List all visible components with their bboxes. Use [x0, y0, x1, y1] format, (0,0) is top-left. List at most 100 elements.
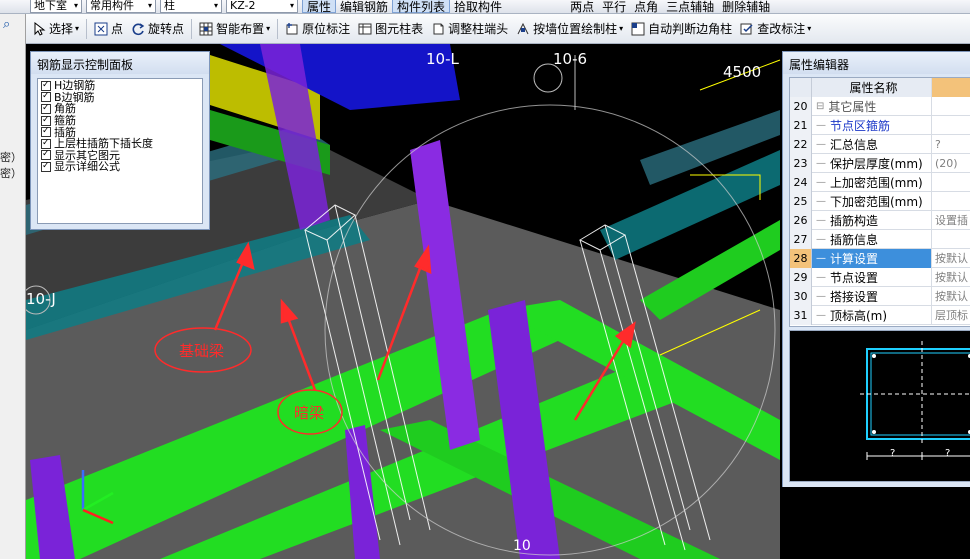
row-value[interactable] [932, 230, 970, 249]
property-editor-title: 属性编辑器 [783, 52, 970, 74]
row-name: 插筋构造 [830, 213, 879, 228]
adjust-column-head-button[interactable]: 调整柱端头 [427, 18, 512, 40]
tree-line-icon: — [816, 157, 826, 169]
rebar-option-show-formula[interactable]: 显示详细公式 [41, 161, 199, 173]
table-row[interactable]: 27 — 插筋信息 [790, 229, 970, 249]
axis-bubble-10-6 [533, 63, 563, 93]
element-combo[interactable]: KZ-2 ▾ [226, 0, 298, 13]
row-name-cell: — 顶标高(m) [812, 305, 932, 325]
checkbox[interactable] [41, 115, 51, 126]
point-button[interactable]: 点 [90, 18, 127, 40]
separator [86, 18, 88, 39]
table-row[interactable]: 30 — 搭接设置 按默认 [790, 286, 970, 306]
row-value[interactable]: ? [932, 135, 970, 154]
checkbox[interactable] [41, 149, 51, 161]
row-value[interactable]: 按默认 [932, 287, 970, 306]
axis-label-bottom: 10 [513, 538, 531, 554]
two-points-button[interactable]: 两点 [566, 0, 598, 13]
row-name-cell: — 保护层厚度(mm) [812, 153, 932, 173]
type-value: 柱 [164, 0, 175, 12]
table-row[interactable]: 31 — 顶标高(m) 层顶标 [790, 305, 970, 325]
three-point-axis-button[interactable]: 三点辅轴 [662, 0, 718, 13]
edit-rebar-button[interactable]: 编辑钢筋 [336, 0, 392, 13]
draw-by-wall-button[interactable]: 按墙位置绘制柱 ▾ [512, 18, 627, 40]
row-value[interactable]: 按默认 [932, 249, 970, 268]
checkbox[interactable] [41, 103, 51, 114]
annotate-icon [285, 22, 299, 36]
row-num: 24 [790, 172, 812, 192]
row-num: 26 [790, 210, 812, 230]
floor-combo[interactable]: 地下室 ▾ [30, 0, 82, 13]
row-name: 下加密范围(mm) [830, 194, 923, 209]
row-name: 搭接设置 [830, 289, 879, 304]
row-name-cell: — 下加密范围(mm) [812, 191, 932, 211]
pick-element-button[interactable]: 拾取构件 [450, 0, 506, 13]
row-value[interactable] [932, 116, 970, 135]
chevron-down-icon: ▾ [73, 0, 78, 10]
point-angle-label: 点角 [634, 0, 659, 14]
table-row[interactable]: 20 ⊟ 其它属性 [790, 96, 970, 116]
smart-layout-button[interactable]: 智能布置 ▾ [195, 18, 274, 40]
table-row-selected[interactable]: 28 — 计算设置 按默认 [790, 248, 970, 268]
table-row[interactable]: 21 — 节点区箍筋 [790, 115, 970, 135]
row-value[interactable] [932, 192, 970, 211]
row-num: 21 [790, 115, 812, 135]
category-combo[interactable]: 常用构件 ▾ [86, 0, 156, 13]
row-value[interactable]: 按默认 [932, 268, 970, 287]
rotate-point-button[interactable]: 旋转点 [127, 18, 188, 40]
original-annotate-button[interactable]: 原位标注 [281, 18, 354, 40]
row-num: 29 [790, 267, 812, 287]
property-table-header: 属性名称 [790, 78, 970, 97]
row-name: 汇总信息 [830, 137, 879, 152]
table-row[interactable]: 22 — 汇总信息? [790, 134, 970, 154]
separator [191, 18, 193, 39]
collapse-icon[interactable]: ⊟ [816, 101, 824, 112]
tree-line-icon: — [816, 290, 826, 302]
checkbox[interactable] [41, 161, 51, 172]
column-section-drawing [860, 341, 970, 460]
rebar-option-upper-dowel-length[interactable]: 上层柱插筋下插长度 [41, 138, 199, 150]
table-row[interactable]: 23 — 保护层厚度(mm) (20) [790, 153, 970, 173]
checkbox[interactable] [41, 91, 51, 103]
rebar-option-stirrup[interactable]: 箍筋 [41, 115, 199, 127]
delete-axis-button[interactable]: 删除辅轴 [718, 0, 774, 13]
row-name-cell: — 节点设置 [812, 267, 932, 287]
table-row[interactable]: 26 — 插筋构造 设置插 [790, 210, 970, 230]
row-num: 27 [790, 229, 812, 249]
table-row[interactable]: 25 — 下加密范围(mm) [790, 191, 970, 211]
property-editor: 属性编辑器 属性名称 20 ⊟ 其它属性 21— 节点区箍筋 22— 汇总信息? 23—… [782, 51, 970, 487]
type-combo[interactable]: 柱 ▾ [160, 0, 222, 13]
search-icon[interactable]: ⌕ [3, 17, 10, 32]
checkbox[interactable] [41, 138, 51, 149]
element-list-button[interactable]: 构件列表 [392, 0, 451, 13]
table-row[interactable]: 29 — 节点设置 按默认 [790, 267, 970, 287]
row-value[interactable]: 层顶标 [932, 306, 970, 325]
row-value[interactable] [932, 173, 970, 192]
select-button[interactable]: 选择 ▾ [28, 18, 83, 40]
row-num: 30 [790, 286, 812, 306]
check-annotation-button[interactable]: 查改标注 ▾ [736, 18, 815, 40]
chevron-down-icon: ▾ [213, 0, 218, 10]
separator [277, 18, 279, 39]
row-value[interactable]: (20) [932, 154, 970, 173]
auto-corner-column-button[interactable]: 自动判断边角柱 [627, 18, 736, 40]
chevron-down-icon: ▾ [75, 24, 80, 33]
rebar-option-h-side[interactable]: H边钢筋 [41, 80, 199, 92]
chevron-down-icon: ▾ [619, 24, 624, 33]
table-row[interactable]: 24 — 上加密范围(mm) [790, 172, 970, 192]
checkbox[interactable] [41, 80, 51, 91]
point-angle-button[interactable]: 点角 [630, 0, 662, 13]
tree-line-icon: — [816, 195, 826, 207]
row-value[interactable]: 设置插 [932, 211, 970, 230]
row-num: 25 [790, 191, 812, 211]
rebar-panel-title: 钢筋显示控制面板 [31, 52, 209, 74]
tree-line-icon: — [816, 119, 826, 131]
checkbox[interactable] [41, 126, 51, 138]
corner-column-icon [631, 22, 645, 36]
select-label: 选择 [49, 22, 74, 36]
properties-button[interactable]: 属性 [302, 0, 337, 13]
parallel-button[interactable]: 平行 [598, 0, 630, 13]
element-column-table-button[interactable]: 图元柱表 [354, 18, 427, 40]
row-value[interactable] [932, 97, 970, 116]
property-table: 属性名称 20 ⊟ 其它属性 21 — 节点区箍筋 22 — 汇总信息? 23 — 保护层厚度(… [789, 77, 970, 327]
